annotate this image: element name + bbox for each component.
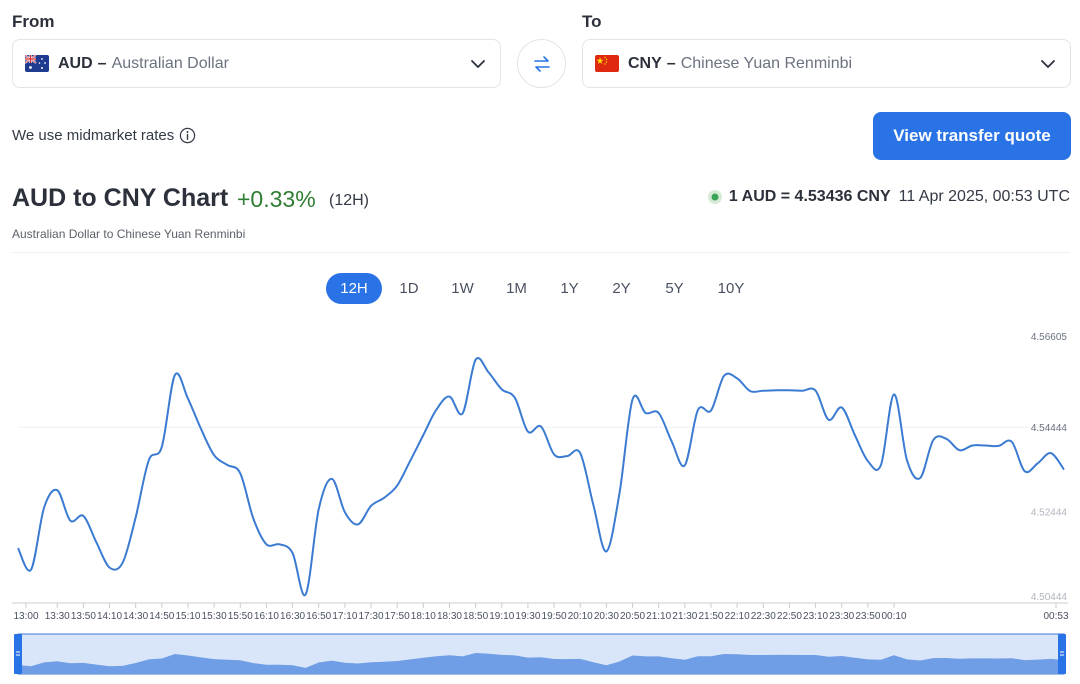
y-tick-label: 4.52444 [1031,508,1068,519]
x-tick-label: 20:50 [620,611,645,622]
x-tick-label: 13:50 [71,611,96,622]
china-flag-icon [595,55,619,72]
chart-subtitle: Australian Dollar to Chinese Yuan Renmin… [12,227,246,241]
range-5y[interactable]: 5Y [648,273,701,304]
to-currency-code: CNY [628,54,662,72]
y-tick-label: 4.54444 [1031,423,1068,434]
x-tick-label: 22:10 [725,611,750,622]
chart-title: AUD to CNY Chart [12,184,229,212]
rate-change-period: (12H) [329,192,370,209]
x-tick-label: 21:50 [698,611,723,622]
current-rate-value: 1 AUD = 4.53436 CNY [728,188,891,205]
range-1w[interactable]: 1W [436,273,489,304]
x-tick-label: 18:10 [411,611,436,622]
x-tick-label: 20:10 [568,611,593,622]
y-tick-label: 4.56605 [1031,332,1068,343]
from-currency-code: AUD [58,54,93,72]
navigator-handle-left[interactable] [14,634,22,674]
chevron-down-icon [1041,59,1055,68]
x-tick-label: 17:50 [385,611,410,622]
y-tick-label: 4.50444 [1031,592,1068,603]
live-status-icon [707,190,722,204]
x-tick-label: 15:50 [228,611,253,622]
x-tick-label: 19:10 [489,611,514,622]
australia-flag-icon [25,55,49,72]
midmarket-rates-note: We use midmarket rates [12,127,196,144]
x-tick-label: 14:50 [149,611,174,622]
x-tick-label: 17:30 [359,611,384,622]
header-divider [12,252,1070,253]
x-tick-label: 00:10 [882,611,907,622]
x-tick-label: 17:10 [332,611,357,622]
navigator-handle-right[interactable] [1058,634,1066,674]
x-tick-label: 19:50 [542,611,567,622]
x-tick-label: 23:30 [829,611,854,622]
range-2y[interactable]: 2Y [595,273,648,304]
x-tick-label: 22:50 [777,611,802,622]
to-currency-dash: – [666,54,676,72]
from-label: From [12,12,55,31]
swap-currencies-button[interactable] [517,39,566,88]
x-tick-label: 18:50 [463,611,488,622]
chevron-down-icon [471,59,485,68]
x-tick-label: 23:50 [855,611,880,622]
x-tick-label: 23:10 [803,611,828,622]
to-label: To [582,12,602,31]
from-currency-name: Australian Dollar [111,54,229,72]
range-12h[interactable]: 12H [326,273,382,304]
x-tick-label: 20:30 [594,611,619,622]
exchange-rate-chart: 4.56605 4.54444 4.52444 4.50444 13:00 13:30 13… [12,332,1069,675]
range-1m[interactable]: 1M [489,273,544,304]
x-tick-label: 16:50 [306,611,331,622]
x-tick-label: 22:30 [751,611,776,622]
x-tick-label: 16:10 [254,611,279,622]
x-tick-label: 13:00 [13,611,38,622]
range-10y[interactable]: 10Y [701,273,761,304]
midmarket-rates-text: We use midmarket rates [12,127,175,144]
x-tick-label: 18:30 [437,611,462,622]
rate-timestamp: 11 Apr 2025, 00:53 UTC [898,188,1070,205]
x-tick-label: 15:30 [202,611,227,622]
to-currency-name: Chinese Yuan Renminbi [680,54,853,72]
series-line [17,357,1065,597]
current-rate: 1 AUD = 4.53436 CNY 11 Apr 2025, 00:53 U… [707,188,1070,206]
x-tick-label: 14:10 [97,611,122,622]
rate-change-percent: +0.33% [237,186,316,212]
to-currency-select[interactable]: CNY – Chinese Yuan Renminbi [582,39,1071,88]
range-1d[interactable]: 1D [382,273,436,304]
time-range-selector: 12H 1D 1W 1M 1Y 2Y 5Y 10Y [326,273,761,304]
from-currency-dash: – [97,54,107,72]
x-tick-label: 19:30 [515,611,540,622]
view-transfer-quote-button[interactable]: View transfer quote [873,112,1071,160]
x-tick-label: 14:30 [123,611,148,622]
x-tick-label: 00:53 [1043,611,1068,622]
x-tick-label: 21:30 [672,611,697,622]
from-currency-select[interactable]: AUD – Australian Dollar [12,39,501,88]
x-tick-label: 16:30 [280,611,305,622]
range-1y[interactable]: 1Y [544,273,595,304]
x-tick-label: 21:10 [646,611,671,622]
swap-arrows-icon [533,55,550,72]
info-icon[interactable] [179,127,196,144]
x-tick-label: 13:30 [45,611,70,622]
x-tick-label: 15:10 [175,611,200,622]
